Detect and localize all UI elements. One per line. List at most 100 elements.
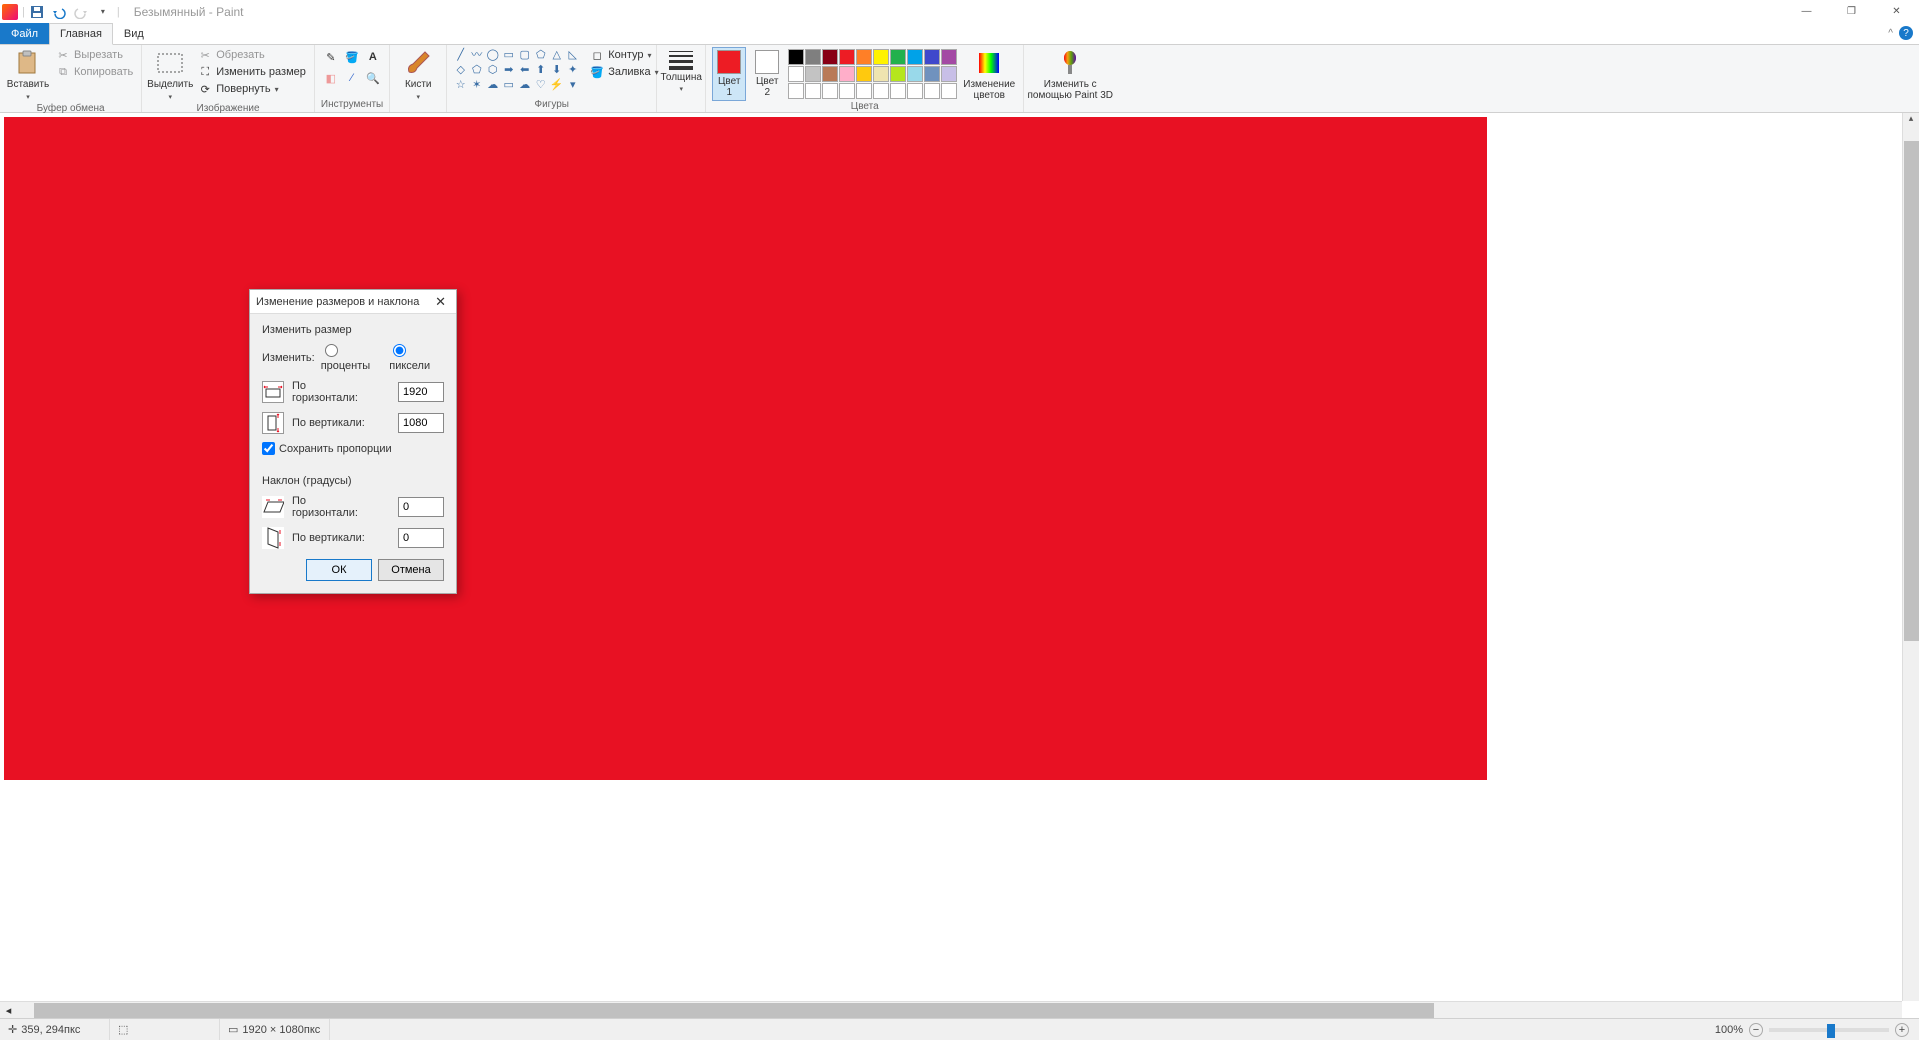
swatch[interactable] (907, 49, 923, 65)
swatch[interactable] (805, 83, 821, 99)
swatch[interactable] (822, 83, 838, 99)
shape-lightning[interactable]: ⚡ (549, 77, 564, 91)
shape-curve[interactable]: 〰 (469, 47, 484, 61)
shape-heart[interactable]: ♡ (533, 77, 548, 91)
close-window-button[interactable]: ✕ (1874, 0, 1919, 23)
shape-rect[interactable]: ▭ (501, 47, 516, 61)
color-palette[interactable] (788, 47, 957, 99)
paste-button[interactable]: Вставить ▾ (6, 47, 50, 103)
swatch[interactable] (924, 83, 940, 99)
size-button[interactable]: Толщина ▾ (663, 47, 699, 93)
swatch[interactable] (788, 83, 804, 99)
swatch[interactable] (839, 66, 855, 82)
swatch[interactable] (873, 83, 889, 99)
ok-button[interactable]: ОК (306, 559, 372, 581)
help-icon[interactable]: ? (1899, 26, 1913, 40)
canvas[interactable] (4, 117, 1487, 780)
shape-oval[interactable]: ◯ (485, 47, 500, 61)
swatch[interactable] (941, 83, 957, 99)
dialog-close-button[interactable]: ✕ (431, 294, 450, 310)
tab-file[interactable]: Файл (0, 23, 49, 44)
swatch[interactable] (856, 49, 872, 65)
swatch[interactable] (907, 83, 923, 99)
swatch[interactable] (890, 66, 906, 82)
magnifier-tool[interactable]: 🔍 (363, 68, 383, 88)
shape-6star[interactable]: ✶ (469, 77, 484, 91)
swatch[interactable] (924, 49, 940, 65)
horizontal-input[interactable] (398, 382, 444, 402)
shape-callout-cloud[interactable]: ☁ (517, 77, 532, 91)
radio-pixels[interactable]: пиксели (389, 344, 444, 372)
collapse-ribbon-icon[interactable]: ^ (1888, 28, 1893, 39)
keep-aspect-checkbox[interactable]: Сохранить пропорции (262, 442, 444, 455)
shape-arrow-r[interactable]: ➡ (501, 62, 516, 76)
swatch[interactable] (856, 66, 872, 82)
undo-button[interactable] (49, 2, 69, 22)
brushes-button[interactable]: Кисти ▾ (396, 47, 440, 103)
swatch[interactable] (839, 83, 855, 99)
shape-right-triangle[interactable]: ◺ (565, 47, 580, 61)
shape-line[interactable]: ╱ (453, 47, 468, 61)
qat-dropdown[interactable]: ▾ (93, 2, 113, 22)
shape-4star[interactable]: ✦ (565, 62, 580, 76)
tab-home[interactable]: Главная (49, 23, 113, 45)
shape-callout-rect[interactable]: ▭ (501, 77, 516, 91)
text-tool[interactable]: A (363, 47, 383, 67)
shapes-gallery[interactable]: ╱ 〰 ◯ ▭ ▢ ⬠ △ ◺ ◇ ⬠ ⬡ ➡ ⬅ ⬆ ⬇ ✦ ☆ ✶ ☁ ▭ (453, 47, 580, 91)
maximize-button[interactable]: ❐ (1829, 0, 1874, 23)
zoom-slider[interactable] (1769, 1028, 1889, 1032)
shape-diamond[interactable]: ◇ (453, 62, 468, 76)
redo-button[interactable] (71, 2, 91, 22)
vertical-input[interactable] (398, 413, 444, 433)
pencil-tool[interactable]: ✎ (321, 47, 341, 67)
outline-button[interactable]: ◻Контур (588, 47, 660, 63)
shape-pentagon[interactable]: ⬠ (469, 62, 484, 76)
rotate-button[interactable]: ⟳Повернуть (196, 81, 308, 97)
resize-button[interactable]: ⛶Изменить размер (196, 64, 308, 80)
picker-tool[interactable]: ⁄ (342, 68, 362, 88)
color1-button[interactable]: Цвет 1 (712, 47, 746, 101)
shape-arrow-l[interactable]: ⬅ (517, 62, 532, 76)
minimize-button[interactable]: — (1784, 0, 1829, 23)
swatch[interactable] (890, 83, 906, 99)
swatch[interactable] (788, 66, 804, 82)
cancel-button[interactable]: Отмена (378, 559, 444, 581)
swatch[interactable] (805, 49, 821, 65)
save-button[interactable] (27, 2, 47, 22)
fill-button[interactable]: 🪣Заливка (588, 64, 660, 80)
swatch[interactable] (805, 66, 821, 82)
swatch[interactable] (822, 66, 838, 82)
dialog-titlebar[interactable]: Изменение размеров и наклона ✕ (250, 290, 456, 314)
shape-arrow-u[interactable]: ⬆ (533, 62, 548, 76)
edit-colors-button[interactable]: Изменение цветов (961, 47, 1017, 101)
horizontal-scrollbar[interactable]: ◂ (0, 1001, 1902, 1018)
swatch[interactable] (941, 49, 957, 65)
swatch[interactable] (788, 49, 804, 65)
color2-button[interactable]: Цвет 2 (750, 47, 784, 101)
swatch[interactable] (856, 83, 872, 99)
tab-view[interactable]: Вид (113, 23, 155, 44)
swatch[interactable] (873, 66, 889, 82)
shape-hexagon[interactable]: ⬡ (485, 62, 500, 76)
swatch[interactable] (822, 49, 838, 65)
crop-button[interactable]: ✂Обрезать (196, 47, 308, 63)
fill-tool[interactable]: 🪣 (342, 47, 362, 67)
zoom-in-button[interactable]: + (1895, 1023, 1909, 1037)
shape-callout-round[interactable]: ☁ (485, 77, 500, 91)
shape-5star[interactable]: ☆ (453, 77, 468, 91)
swatch[interactable] (890, 49, 906, 65)
paint3d-button[interactable]: Изменить с помощью Paint 3D (1030, 47, 1110, 101)
copy-button[interactable]: ⧉Копировать (54, 64, 135, 80)
swatch[interactable] (873, 49, 889, 65)
shapes-more[interactable]: ▾ (565, 77, 580, 91)
skew-horizontal-input[interactable] (398, 497, 444, 517)
radio-percent[interactable]: проценты (321, 344, 384, 372)
shape-triangle[interactable]: △ (549, 47, 564, 61)
zoom-out-button[interactable]: − (1749, 1023, 1763, 1037)
shape-polygon[interactable]: ⬠ (533, 47, 548, 61)
skew-vertical-input[interactable] (398, 528, 444, 548)
select-button[interactable]: Выделить ▾ (148, 47, 192, 103)
shape-roundrect[interactable]: ▢ (517, 47, 532, 61)
swatch[interactable] (839, 49, 855, 65)
vertical-scrollbar[interactable]: ▴ (1902, 113, 1919, 1001)
